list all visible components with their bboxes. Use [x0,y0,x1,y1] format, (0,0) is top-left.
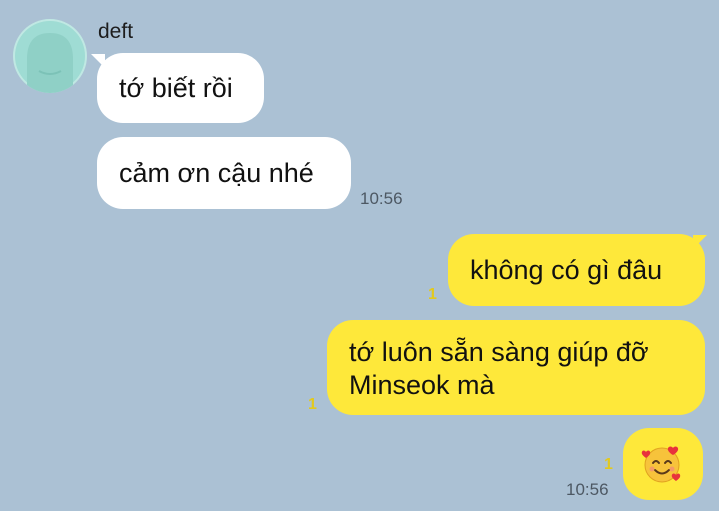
default-profile-icon [27,33,73,93]
incoming-message[interactable]: tớ biết rồi [97,53,264,123]
outgoing-message[interactable]: tớ luôn sẵn sàng giúp đỡ Minseok mà [327,320,705,415]
sender-avatar[interactable] [13,19,87,93]
chat-room: deft tớ biết rồi cảm ơn cậu nhé 10:56 kh… [0,0,719,511]
unread-count: 1 [604,456,613,473]
message-timestamp: 10:56 [566,480,609,499]
message-text-line: Minseok mà [349,370,495,400]
message-timestamp: 10:56 [360,189,403,208]
outgoing-emoji-message[interactable] [623,428,703,500]
message-text: tớ biết rồi [119,73,233,103]
unread-count: 1 [428,286,437,303]
outgoing-message[interactable]: không có gì đâu [448,234,705,306]
smiling-face-with-hearts-icon [641,446,681,483]
message-text: cảm ơn cậu nhé [119,158,314,188]
unread-count: 1 [308,396,317,413]
message-text-line: tớ luôn sẵn sàng giúp đỡ [349,337,649,367]
sender-name: deft [98,20,134,43]
incoming-message[interactable]: cảm ơn cậu nhé [97,137,351,209]
message-text: không có gì đâu [470,255,663,285]
